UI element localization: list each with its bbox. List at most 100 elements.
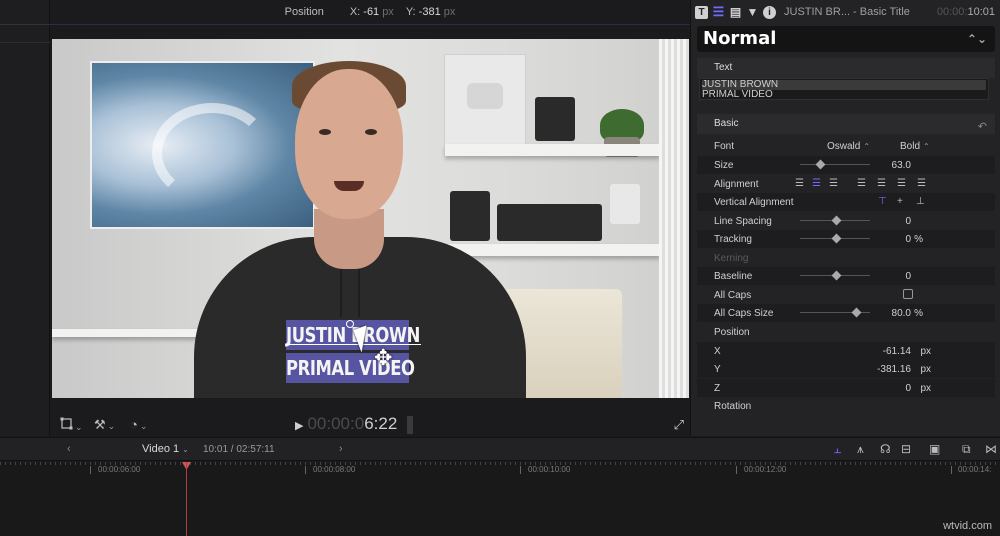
valign-middle-icon[interactable]: + (897, 196, 903, 207)
surf-painting (90, 61, 315, 229)
ruler-label: 00:00:12:00 (744, 465, 787, 474)
text-inspector-tab-icon[interactable]: ☰ (712, 4, 725, 19)
position-z-value[interactable]: 0 (905, 383, 911, 394)
align-left-icon[interactable]: ☰ (795, 178, 804, 189)
text-style-preset-select[interactable]: Normal ⌃⌄ (697, 26, 995, 52)
size-slider[interactable] (800, 159, 870, 170)
divider (0, 24, 50, 25)
viewer-y-readout: Y: -381 px (405, 6, 456, 18)
back-arrow-icon[interactable]: ‹ (67, 443, 71, 455)
justify-center-icon[interactable]: ☰ (877, 178, 886, 189)
baseline-slider[interactable] (800, 270, 870, 281)
skimming-icon[interactable]: ⫠ (834, 442, 841, 457)
chevron-updown-icon: ⌃ (863, 142, 871, 151)
anchor-point-icon[interactable] (346, 320, 354, 328)
magic-wand-icon: ⚒ (94, 417, 106, 432)
retime-tool-button[interactable]: ◔ ⌄ (130, 417, 147, 432)
watermark: wtvid.com (943, 520, 992, 532)
position-y-value[interactable]: -381.16 (877, 364, 911, 375)
line-spacing-value[interactable]: 0 (905, 216, 911, 227)
viewer-overlay-readout: Position X: -61 px Y: -381 px (50, 0, 690, 24)
alignment-row: Alignment ☰ ☰ ☰ ☰ ☰ ☰ ☰ (714, 178, 926, 190)
all-caps-size-slider[interactable] (800, 307, 870, 318)
reset-icon[interactable]: ↶ (978, 117, 987, 137)
shelf (445, 144, 660, 156)
move-cursor-icon: ✥ (374, 345, 393, 370)
enhancements-tool-button[interactable]: ⚒ ⌄ (94, 417, 115, 433)
gear-on-shelf (497, 204, 602, 241)
inspector-clip-name: JUSTIN BR... - Basic Title (784, 6, 910, 18)
position-x-value[interactable]: -61.14 (883, 346, 911, 357)
project-name-menu[interactable]: Video 1 ⌄ (142, 443, 189, 455)
basic-section-header[interactable]: Basic ↶ (697, 114, 995, 134)
chevron-down-icon: ⌄ (107, 421, 116, 431)
headphones-icon[interactable]: ☊ (880, 442, 891, 456)
slider-knob[interactable] (815, 159, 825, 170)
timecode-display[interactable]: ▶ 00:00:06:22 (295, 414, 414, 434)
all-caps-row: All Caps (697, 286, 995, 304)
tracking-slider[interactable] (800, 233, 870, 244)
forward-arrow-icon[interactable]: › (339, 443, 343, 455)
valign-top-icon[interactable]: ⊤ (878, 196, 887, 207)
font-weight-select[interactable]: Bold ⌃ (900, 141, 930, 152)
align-center-icon[interactable]: ☰ (812, 178, 821, 189)
title-inspector-tab-icon[interactable]: T (695, 5, 708, 19)
timeline[interactable]: 00:00:06:00 00:00:08:00 00:00:10:00 00:0… (0, 462, 1000, 536)
transitions-icon[interactable]: ⋈ (985, 442, 997, 456)
viewer-x-readout: X: -61 px (349, 6, 394, 18)
audio-skimming-icon[interactable]: ⩚ (857, 442, 864, 457)
justify-full-icon[interactable]: ☰ (917, 178, 926, 189)
position-y-row: Y -381.16 px (697, 360, 995, 379)
chevron-updown-icon: ⌃⌄ (966, 32, 987, 46)
solo-icon[interactable]: ⊟ (901, 442, 911, 456)
video-viewer[interactable]: JUSTIN BROWN PRIMAL VIDEO ✥ (52, 39, 689, 398)
left-panel-strip (0, 0, 50, 436)
playhead[interactable] (186, 462, 187, 536)
all-caps-checkbox[interactable] (903, 289, 913, 299)
position-group-header[interactable]: Position (697, 323, 995, 341)
size-value[interactable]: 63.0 (892, 160, 911, 171)
position-overlay-label: Position (284, 6, 324, 18)
play-icon[interactable]: ▶ (295, 420, 303, 432)
kerning-row: Kerning (714, 253, 749, 264)
transform-tool-button[interactable]: ⌄ (60, 417, 83, 433)
speedometer-icon: ◔ (130, 417, 138, 432)
shelf (445, 244, 660, 256)
slider-knob[interactable] (831, 233, 842, 244)
rotation-row[interactable]: Rotation (697, 397, 995, 415)
clip-appearance-icon[interactable]: ▣ (929, 442, 940, 456)
baseline-value[interactable]: 0 (905, 271, 911, 282)
title-overlay[interactable]: JUSTIN BROWN PRIMAL VIDEO (286, 320, 420, 383)
tracking-value[interactable]: 0 (905, 234, 911, 245)
video-inspector-tab-icon[interactable]: ▤ (729, 5, 742, 19)
valign-bottom-icon[interactable]: ⊥ (916, 196, 925, 207)
vertical-alignment-row: Vertical Alignment ⊤ + ⊥ (697, 193, 995, 212)
timeline-ruler[interactable]: 00:00:06:00 00:00:08:00 00:00:10:00 00:0… (0, 462, 1000, 476)
align-right-icon[interactable]: ☰ (829, 178, 838, 189)
slider-knob[interactable] (831, 270, 842, 281)
slider-knob[interactable] (851, 307, 862, 318)
position-x-row: X -61.14 px (697, 342, 995, 361)
all-caps-size-value[interactable]: 80.0 (892, 308, 911, 319)
title-text-field[interactable]: JUSTIN BROWN PRIMAL VIDEO (699, 78, 989, 100)
line-spacing-row: Line Spacing 0 (714, 215, 911, 227)
position-z-row: Z 0 px (697, 379, 995, 398)
fullscreen-expand-icon[interactable]: ⤢ (674, 417, 684, 433)
text-section-header[interactable]: Text (697, 58, 995, 78)
timeline-index-icon[interactable]: ⧉ (962, 442, 971, 457)
justify-left-icon[interactable]: ☰ (857, 178, 866, 189)
info-inspector-tab-icon[interactable]: i (763, 5, 776, 19)
timeline-toolbar: ‹ Video 1 ⌄ 10:01 / 02:57:11 › ⫠ ⩚ ☊ ⊟ ▣ … (0, 437, 1000, 461)
inspector-duration: 00:00:10:01 (936, 6, 995, 18)
justify-right-icon[interactable]: ☰ (897, 178, 906, 189)
gear-on-shelf (450, 191, 490, 241)
font-family-select[interactable]: Oswald ⌃ (827, 141, 870, 152)
line-spacing-slider[interactable] (800, 215, 870, 226)
play-button-plaque (444, 54, 526, 146)
camera-prop (535, 97, 575, 141)
color-inspector-tab-icon[interactable]: ▼ (746, 5, 759, 19)
font-row: Font Oswald ⌃ Bold ⌃ (714, 141, 930, 152)
slider-knob[interactable] (831, 215, 842, 226)
audio-meter-icon (407, 415, 414, 434)
chevron-down-icon: ⌄ (75, 422, 83, 432)
